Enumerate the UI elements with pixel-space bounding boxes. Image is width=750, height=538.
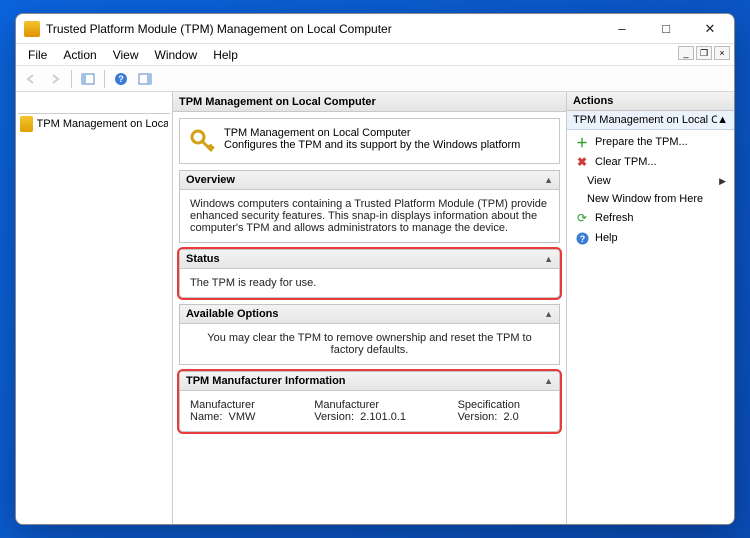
status-header[interactable]: Status▲ — [180, 250, 559, 269]
toolbar: ? — [16, 66, 734, 92]
manufacturer-section: TPM Manufacturer Information▲ Manufactur… — [179, 371, 560, 432]
forward-button[interactable] — [44, 68, 66, 90]
svg-text:?: ? — [579, 234, 585, 244]
action-new-window[interactable]: New Window from Here — [567, 190, 734, 208]
action-help[interactable]: ? Help — [567, 228, 734, 248]
tpm-chip-icon — [20, 116, 33, 132]
overview-section: Overview▲ Windows computers containing a… — [179, 170, 560, 243]
menu-file[interactable]: File — [20, 46, 55, 64]
mdi-close-button[interactable]: × — [714, 46, 730, 60]
mmc-window: Trusted Platform Module (TPM) Management… — [15, 13, 735, 525]
actions-header: Actions — [567, 92, 734, 111]
status-text: The TPM is ready for use. — [180, 269, 559, 297]
specification-version: Specification Version: 2.0 — [458, 399, 549, 423]
action-prepare-tpm[interactable]: ＋ Prepare the TPM... — [567, 132, 734, 152]
collapse-icon: ▲ — [544, 254, 553, 264]
actions-pane: Actions TPM Management on Local Computer… — [567, 92, 734, 524]
show-hide-tree-button[interactable] — [77, 68, 99, 90]
menu-help[interactable]: Help — [205, 46, 246, 64]
overview-text: Windows computers containing a Trusted P… — [180, 190, 559, 242]
overview-header[interactable]: Overview▲ — [180, 171, 559, 190]
svg-text:?: ? — [118, 74, 124, 84]
refresh-icon: ⟳ — [575, 211, 589, 225]
show-hide-action-pane-button[interactable] — [134, 68, 156, 90]
maximize-button[interactable]: □ — [644, 14, 688, 43]
available-options-text: You may clear the TPM to remove ownershi… — [180, 324, 559, 364]
help-icon: ? — [575, 231, 589, 245]
action-view[interactable]: View ▶ — [567, 172, 734, 190]
menubar: File Action View Window Help _ ❐ × — [16, 44, 734, 66]
manufacturer-name: Manufacturer Name: VMW — [190, 399, 286, 423]
intro-title: TPM Management on Local Computer — [224, 127, 520, 139]
manufacturer-version: Manufacturer Version: 2.101.0.1 — [314, 399, 429, 423]
result-pane: TPM Management on Local Computer TPM Man… — [173, 92, 567, 524]
help-toolbar-button[interactable]: ? — [110, 68, 132, 90]
menu-action[interactable]: Action — [55, 46, 104, 64]
intro-subtitle: Configures the TPM and its support by th… — [224, 139, 520, 151]
collapse-icon: ▲ — [544, 376, 553, 386]
collapse-icon: ▲ — [544, 175, 553, 185]
console-tree[interactable]: TPM Management on Local Comp — [16, 92, 173, 524]
status-section: Status▲ The TPM is ready for use. — [179, 249, 560, 298]
chevron-right-icon: ▶ — [719, 176, 726, 187]
titlebar[interactable]: Trusted Platform Module (TPM) Management… — [16, 14, 734, 44]
menu-view[interactable]: View — [105, 46, 147, 64]
minimize-button[interactable]: – — [600, 14, 644, 43]
available-options-header[interactable]: Available Options▲ — [180, 305, 559, 324]
tree-root-label: TPM Management on Local Comp — [37, 118, 168, 130]
clear-icon: ✖ — [575, 155, 589, 169]
collapse-icon: ▲ — [544, 309, 553, 319]
key-icon — [188, 127, 216, 155]
menu-window[interactable]: Window — [147, 46, 206, 64]
mdi-minimize-button[interactable]: _ — [678, 46, 694, 60]
available-options-section: Available Options▲ You may clear the TPM… — [179, 304, 560, 365]
plus-icon: ＋ — [575, 135, 589, 149]
result-header: TPM Management on Local Computer — [173, 92, 566, 112]
mdi-restore-button[interactable]: ❐ — [696, 46, 712, 60]
app-icon — [24, 21, 40, 37]
actions-scope[interactable]: TPM Management on Local Computer ▲ — [567, 111, 734, 130]
back-button[interactable] — [20, 68, 42, 90]
collapse-icon: ▲ — [717, 114, 728, 126]
manufacturer-header[interactable]: TPM Manufacturer Information▲ — [180, 372, 559, 391]
close-button[interactable]: ✕ — [688, 14, 732, 43]
action-refresh[interactable]: ⟳ Refresh — [567, 208, 734, 228]
tree-root-node[interactable]: TPM Management on Local Comp — [18, 114, 170, 134]
window-title: Trusted Platform Module (TPM) Management… — [46, 22, 600, 36]
intro-panel: TPM Management on Local Computer Configu… — [179, 118, 560, 164]
action-clear-tpm[interactable]: ✖ Clear TPM... — [567, 152, 734, 172]
